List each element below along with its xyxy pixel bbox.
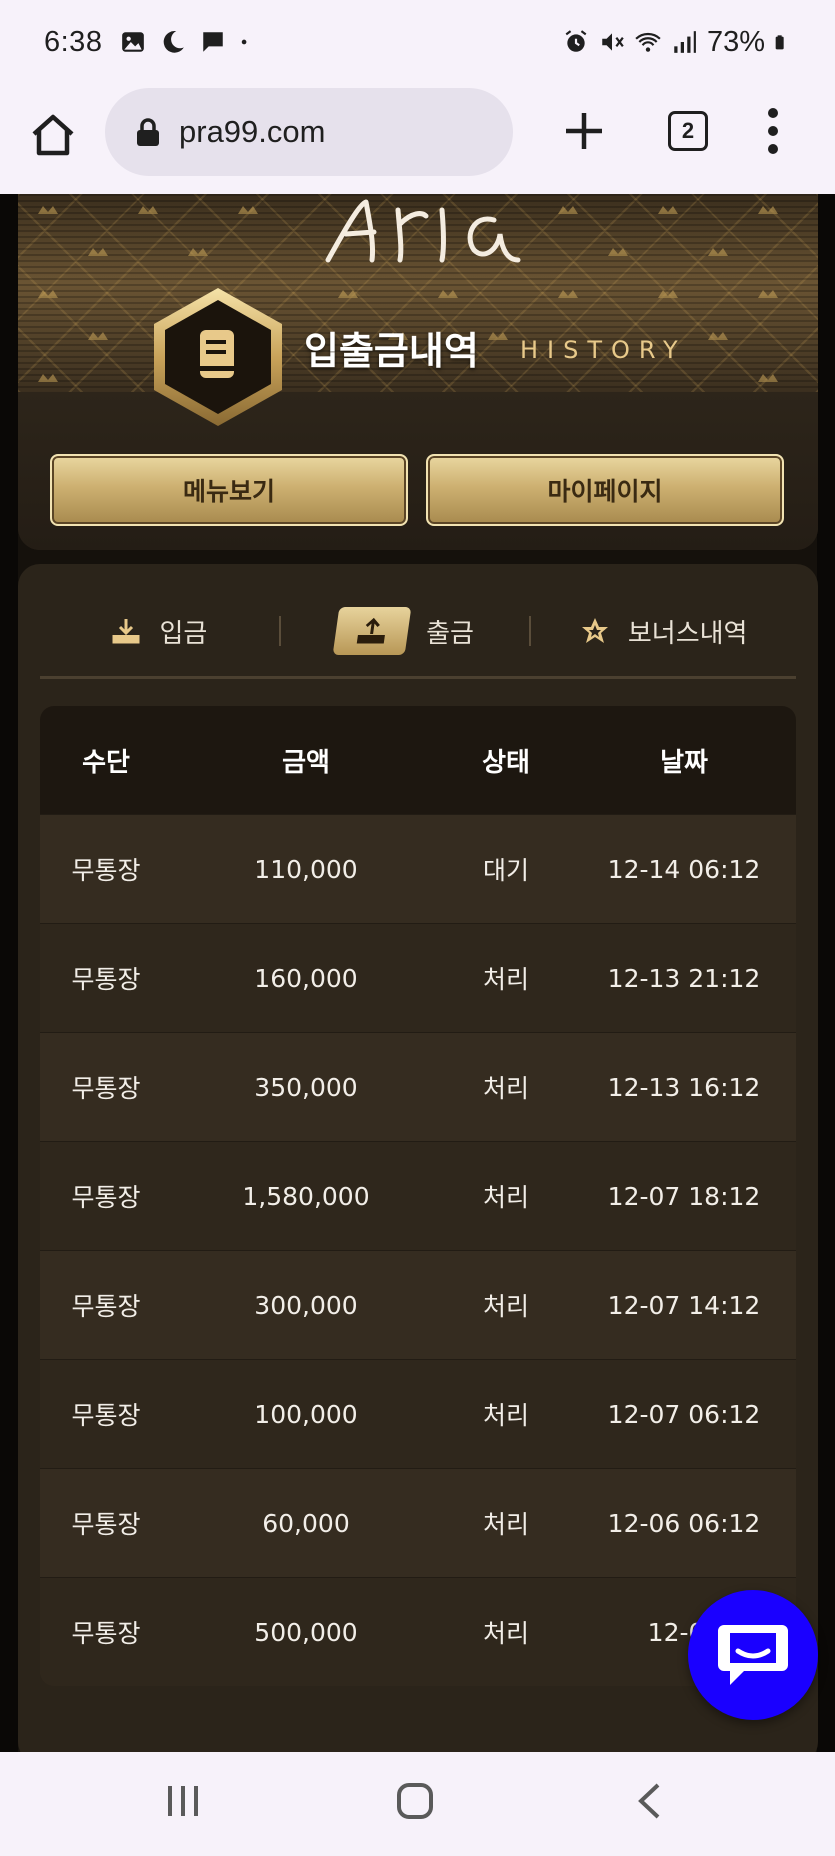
table-row: 무통장 350,000 처리 12-13 16:12 — [40, 1032, 796, 1141]
col-amount: 금액 — [282, 747, 330, 778]
cell-amount: 300,000 — [254, 1290, 358, 1320]
cell-method: 무통장 — [71, 1292, 141, 1321]
col-method: 수단 — [82, 747, 130, 778]
table-body: 무통장 110,000 대기 12-14 06:12 무통장 160,000 처… — [40, 814, 796, 1686]
table-row: 무통장 110,000 대기 12-14 06:12 — [40, 814, 796, 923]
address-bar[interactable]: pra99.com — [105, 88, 513, 176]
table-row: 무통장 1,580,000 처리 12-07 18:12 — [40, 1141, 796, 1250]
status-time: 6:38 — [44, 25, 103, 58]
cell-date: 12-13 21:12 — [607, 963, 761, 993]
signal-icon — [674, 31, 696, 53]
wifi-icon — [635, 32, 661, 52]
cell-amount: 1,580,000 — [242, 1181, 370, 1211]
table-row: 무통장 160,000 처리 12-13 21:12 — [40, 923, 796, 1032]
cell-method: 무통장 — [71, 965, 141, 994]
table-row: 무통장 60,000 처리 12-06 06:12 — [40, 1468, 796, 1577]
cell-amount: 350,000 — [254, 1072, 358, 1102]
tab-withdraw[interactable]: 출금 — [281, 594, 530, 668]
cell-amount: 160,000 — [254, 963, 358, 993]
cell-amount: 100,000 — [254, 1399, 358, 1429]
cell-method: 무통장 — [71, 1183, 141, 1212]
col-status: 상태 — [482, 747, 530, 778]
cell-date: 12-14 06:12 — [607, 854, 761, 884]
cell-status: 처리 — [482, 1401, 529, 1430]
cell-date: 12-06 06:12 — [607, 1508, 761, 1538]
page-content: 입출금내역 HISTORY 메뉴보기 마이페이지 입금 출금 보너스내역 수단 … — [0, 194, 835, 1752]
page-edge-right — [817, 194, 835, 1752]
dot-icon — [242, 39, 247, 45]
table-header: 수단 금액 상태 날짜 — [40, 706, 796, 814]
alarm-icon — [565, 30, 587, 52]
cell-date: 12-07 14:12 — [607, 1290, 761, 1320]
cell-amount: 60,000 — [262, 1508, 350, 1538]
history-panel: 입금 출금 보너스내역 수단 금액 상태 날짜 무통장 110,000 대기 1… — [18, 564, 818, 1752]
history-table: 수단 금액 상태 날짜 무통장 110,000 대기 12-14 06:12 무… — [40, 706, 796, 1686]
tab-deposit-label: 입금 — [159, 618, 208, 649]
browser-toolbar: pra99.com 2 — [0, 84, 835, 194]
history-header: 입출금내역 HISTORY 메뉴보기 마이페이지 — [18, 194, 818, 550]
cell-method: 무통장 — [71, 1401, 141, 1430]
table-row: 무통장 300,000 처리 12-07 14:12 — [40, 1250, 796, 1359]
cell-date: 12-07 18:12 — [607, 1181, 761, 1211]
menu-button[interactable]: 메뉴보기 — [50, 454, 408, 526]
cell-method: 무통장 — [71, 1619, 141, 1648]
tab-bonus-label: 보너스내역 — [627, 618, 748, 649]
lock-icon — [137, 118, 159, 146]
back-icon[interactable] — [636, 1782, 662, 1820]
cell-status: 처리 — [482, 1510, 529, 1539]
cell-method: 무통장 — [71, 856, 141, 885]
upload-icon-box — [332, 607, 412, 655]
new-tab-icon[interactable] — [562, 109, 606, 153]
tabs-underline — [40, 676, 796, 679]
cell-method: 무통장 — [71, 1074, 141, 1103]
cell-status: 대기 — [482, 856, 529, 885]
status-notification-icons — [120, 29, 254, 55]
tab-bonus[interactable]: 보너스내역 — [531, 594, 796, 668]
cell-status: 처리 — [482, 1292, 529, 1321]
status-system-icons: 73% — [563, 26, 791, 59]
table-row: 무통장 100,000 처리 12-07 06:12 — [40, 1359, 796, 1468]
chat-icon — [718, 1625, 788, 1685]
cell-status: 처리 — [482, 965, 529, 994]
cell-status: 처리 — [482, 1074, 529, 1103]
cell-date: 12-07 06:12 — [607, 1399, 761, 1429]
live-chat-button[interactable] — [688, 1590, 818, 1720]
mute-icon — [602, 33, 624, 51]
moon-icon — [164, 31, 185, 53]
page-title: 입출금내역 — [304, 329, 479, 373]
tab-withdraw-label: 출금 — [426, 618, 474, 649]
cell-amount: 500,000 — [254, 1617, 358, 1647]
brand-logo — [325, 199, 521, 263]
system-nav-bar — [0, 1752, 835, 1856]
ledger-badge-icon — [154, 288, 282, 426]
recent-apps-icon[interactable] — [166, 1784, 200, 1818]
cell-status: 처리 — [482, 1183, 529, 1212]
mypage-button[interactable]: 마이페이지 — [426, 454, 784, 526]
page-subtitle: HISTORY — [520, 336, 687, 364]
home-icon[interactable] — [28, 110, 78, 160]
gallery-icon — [122, 32, 145, 52]
page-edge-left — [0, 194, 18, 1752]
col-date: 날짜 — [660, 747, 708, 778]
home-nav-icon[interactable] — [396, 1782, 434, 1820]
tab-deposit[interactable]: 입금 — [40, 594, 279, 668]
cell-date: 12-13 16:12 — [607, 1072, 761, 1102]
star-icon — [581, 618, 608, 643]
url-text: pra99.com — [179, 114, 326, 149]
table-row: 무통장 500,000 처리 12-02 — [40, 1577, 796, 1686]
status-bar: 6:38 73% — [0, 0, 835, 84]
cell-status: 처리 — [482, 1619, 529, 1648]
download-icon — [112, 619, 140, 644]
battery-icon — [775, 35, 784, 50]
cell-method: 무통장 — [71, 1510, 141, 1539]
upload-icon — [356, 617, 386, 644]
cell-amount: 110,000 — [254, 854, 358, 884]
tab-switcher-button[interactable]: 2 — [668, 111, 708, 151]
chat-bubble-icon — [203, 32, 224, 52]
more-options-icon[interactable] — [766, 106, 780, 156]
history-tabs: 입금 출금 보너스내역 — [40, 594, 796, 668]
battery-percent: 73% — [706, 25, 765, 58]
